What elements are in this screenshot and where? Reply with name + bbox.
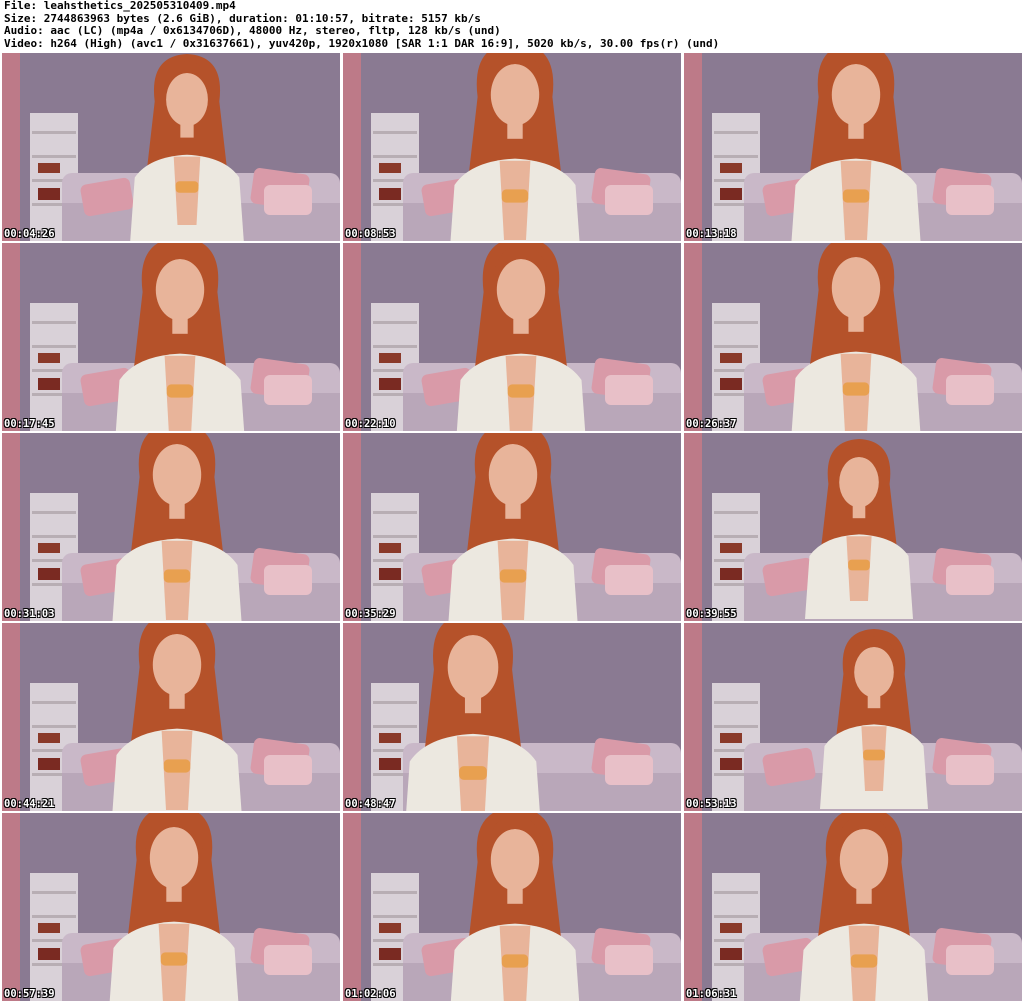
frame-image (684, 243, 1022, 431)
timestamp: 01:02:06 (345, 988, 396, 1000)
timestamp: 00:44:21 (4, 798, 55, 810)
timestamp: 00:22:10 (345, 418, 396, 430)
thumbnail-frame[interactable]: 00:13:18 (684, 53, 1022, 241)
thumbnail-frame[interactable]: 01:02:06 (343, 813, 681, 1001)
frame-image (2, 433, 340, 621)
audio-line: Audio: aac (LC) (mp4a / 0x6134706D), 480… (4, 24, 501, 37)
thumbnail-grid: 00:04:26 00:08:53 00:13:18 00:17:45 00:2… (2, 53, 1022, 1001)
frame-image (343, 243, 681, 431)
timestamp: 00:35:29 (345, 608, 396, 620)
frame-image (2, 53, 340, 241)
video-line: Video: h264 (High) (avc1 / 0x31637661), … (4, 36, 720, 50)
frame-image (2, 623, 340, 811)
timestamp: 00:04:26 (4, 228, 55, 240)
thumbnail-frame[interactable]: 00:39:55 (684, 433, 1022, 621)
timestamp: 01:06:31 (686, 988, 737, 1000)
frame-image (343, 53, 681, 241)
frame-image (684, 623, 1022, 811)
timestamp: 00:08:53 (345, 228, 396, 240)
thumbnail-frame[interactable]: 00:26:37 (684, 243, 1022, 431)
thumbnail-frame[interactable]: 00:31:03 (2, 433, 340, 621)
frame-image (343, 623, 681, 811)
thumbnail-frame[interactable]: 01:06:31 (684, 813, 1022, 1001)
thumbnail-frame[interactable]: 00:53:13 (684, 623, 1022, 811)
timestamp: 00:39:55 (686, 608, 737, 620)
frame-image (2, 813, 340, 1001)
timestamp: 00:26:37 (686, 418, 737, 430)
frame-image (684, 433, 1022, 621)
thumbnail-frame[interactable]: 00:17:45 (2, 243, 340, 431)
thumbnail-frame[interactable]: 00:22:10 (343, 243, 681, 431)
timestamp: 00:57:39 (4, 988, 55, 1000)
timestamp: 00:13:18 (686, 228, 737, 240)
frame-image (684, 53, 1022, 241)
thumbnail-frame[interactable]: 00:08:53 (343, 53, 681, 241)
thumbnail-frame[interactable]: 00:57:39 (2, 813, 340, 1001)
timestamp: 00:31:03 (4, 608, 55, 620)
timestamp: 00:17:45 (4, 418, 55, 430)
file-name-line: File: leahsthetics_202505310409.mp4 (4, 0, 236, 12)
frame-image (343, 433, 681, 621)
file-info-header: File: leahsthetics_202505310409.mp4 Size:… (4, 0, 1020, 50)
frame-image (343, 813, 681, 1001)
thumbnail-frame[interactable]: 00:48:47 (343, 623, 681, 811)
thumbnail-frame[interactable]: 00:44:21 (2, 623, 340, 811)
timestamp: 00:53:13 (686, 798, 737, 810)
thumbnail-frame[interactable]: 00:04:26 (2, 53, 340, 241)
thumbnail-frame[interactable]: 00:35:29 (343, 433, 681, 621)
frame-image (2, 243, 340, 431)
timestamp: 00:48:47 (345, 798, 396, 810)
frame-image (684, 813, 1022, 1001)
